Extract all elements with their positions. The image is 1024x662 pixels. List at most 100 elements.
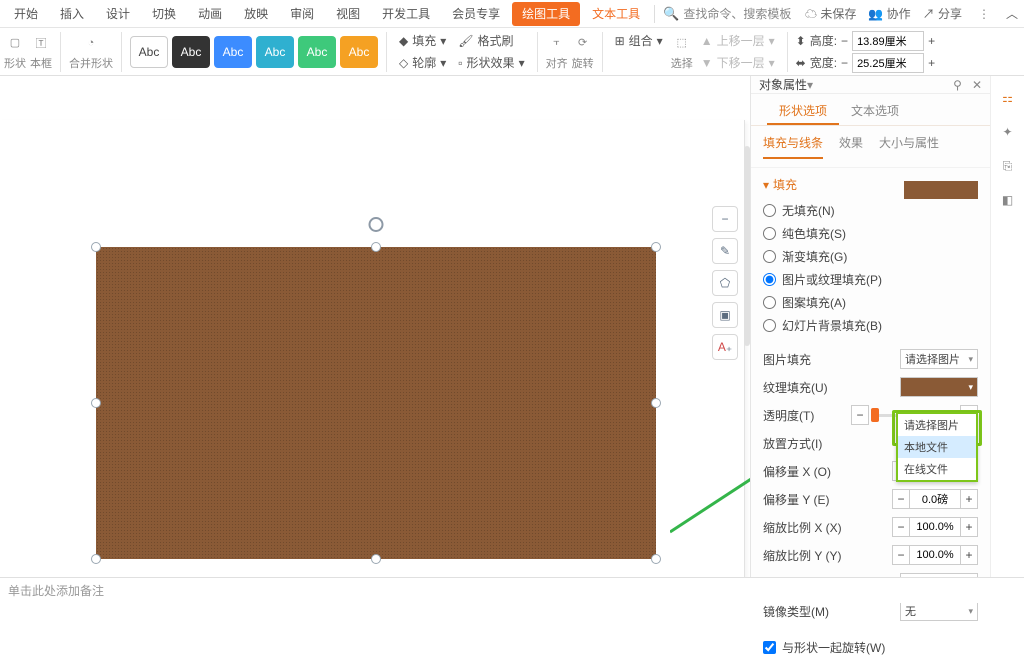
collapse-ribbon[interactable]: ︿: [1006, 5, 1018, 22]
search-placeholder: 查找命令、搜索模板: [683, 5, 791, 22]
radio-none[interactable]: 无填充(N): [763, 199, 978, 222]
radio-gradient[interactable]: 渐变填充(G): [763, 245, 978, 268]
align-button[interactable]: ⫟对齐: [546, 33, 568, 71]
selected-shape[interactable]: [96, 247, 656, 559]
resize-handle[interactable]: [91, 398, 101, 408]
style-swatch[interactable]: Abc: [256, 36, 294, 68]
style-swatch[interactable]: Abc: [214, 36, 252, 68]
rail-depth-icon[interactable]: ◧: [996, 188, 1020, 212]
scalex-label: 缩放比例 X (X): [763, 519, 845, 536]
floating-toolbar: − ✎ ⬠ ▣ A₊: [712, 206, 738, 360]
radio-picture[interactable]: 图片或纹理填充(P): [763, 268, 978, 291]
picture-fill-label: 图片填充: [763, 351, 845, 368]
style-swatch[interactable]: Abc: [130, 36, 168, 68]
rotate-handle[interactable]: [369, 217, 384, 232]
tab-transition[interactable]: 切换: [142, 2, 186, 26]
canvas-area[interactable]: − ✎ ⬠ ▣ A₊: [0, 76, 750, 603]
tab-draw-tools[interactable]: 绘图工具: [512, 2, 580, 26]
style-swatches: Abc Abc Abc Abc Abc Abc: [130, 36, 378, 68]
send-backward-button[interactable]: ▼ 下移一层 ▾: [697, 53, 779, 73]
merge-shapes-button[interactable]: ◔ 合并形状: [69, 33, 113, 71]
dd-item-online[interactable]: 在线文件: [898, 458, 976, 480]
notes-bar[interactable]: 单击此处添加备注: [0, 577, 1024, 603]
fill-preview[interactable]: [904, 181, 978, 199]
bring-forward-button[interactable]: ▲ 上移一层 ▾: [697, 31, 779, 51]
tab-dev[interactable]: 开发工具: [372, 2, 440, 26]
dd-item-local[interactable]: 本地文件: [898, 436, 976, 458]
resize-handle[interactable]: [371, 242, 381, 252]
outline-button[interactable]: ◇ 轮廓 ▾: [395, 53, 450, 73]
fill-button[interactable]: ◆ 填充 ▾: [395, 31, 450, 51]
more-menu[interactable]: ⋮: [974, 7, 994, 21]
scaley-input[interactable]: [910, 545, 960, 565]
radio-solid[interactable]: 纯色填充(S): [763, 222, 978, 245]
tab-review[interactable]: 审阅: [280, 2, 324, 26]
format-painter-button[interactable]: 🖌 格式刷: [454, 31, 528, 51]
search-box[interactable]: 🔍查找命令、搜索模板: [663, 5, 791, 22]
radio-slide-bg[interactable]: 幻灯片背景填充(B): [763, 314, 978, 337]
dd-item-choose[interactable]: 请选择图片: [898, 414, 976, 436]
scalex-stepper[interactable]: −+: [892, 517, 978, 537]
textbox-button[interactable]: 🅃 本框: [30, 33, 52, 71]
tab-play[interactable]: 放映: [234, 2, 278, 26]
tab-member[interactable]: 会员专享: [442, 2, 510, 26]
subtab-effects[interactable]: 效果: [839, 134, 863, 159]
opacity-dec[interactable]: −: [851, 405, 869, 425]
subtab-size[interactable]: 大小与属性: [879, 134, 939, 159]
tab-design[interactable]: 设计: [96, 2, 140, 26]
shape-effects-button[interactable]: ▫ 形状效果 ▾: [454, 53, 528, 73]
ribbon: ▢ 形状 🅃 本框 ◔ 合并形状 Abc Abc Abc Abc Abc Abc…: [0, 28, 1024, 76]
shape-insert-button[interactable]: ▢ 形状: [4, 33, 26, 71]
unsaved-indicator[interactable]: ☁ 未保存: [805, 5, 856, 22]
picture-fill-dropdown[interactable]: 请选择图片▾: [900, 349, 978, 369]
share-button[interactable]: ↗ 分享: [923, 5, 962, 22]
collab-button[interactable]: 👥 协作: [868, 5, 910, 22]
zoom-out-icon[interactable]: −: [712, 206, 738, 232]
style-swatch[interactable]: Abc: [298, 36, 336, 68]
style-swatch[interactable]: Abc: [340, 36, 378, 68]
tab-text-tools[interactable]: 文本工具: [582, 2, 650, 26]
text-style-icon[interactable]: A₊: [712, 334, 738, 360]
rotate-with-shape-checkbox[interactable]: 与形状一起旋转(W): [751, 633, 990, 662]
eyedropper-icon[interactable]: ✎: [712, 238, 738, 264]
width-input[interactable]: [852, 53, 924, 73]
rail-format-icon[interactable]: ⚏: [996, 86, 1020, 110]
scaley-stepper[interactable]: −+: [892, 545, 978, 565]
height-input[interactable]: [852, 31, 924, 51]
mirror-dropdown[interactable]: 无▾: [900, 601, 978, 621]
offsety-input[interactable]: [910, 489, 960, 509]
tab-insert[interactable]: 插入: [50, 2, 94, 26]
scaley-label: 缩放比例 Y (Y): [763, 547, 845, 564]
shape-tool-icon[interactable]: ⬠: [712, 270, 738, 296]
resize-handle[interactable]: [371, 554, 381, 564]
resize-handle[interactable]: [651, 554, 661, 564]
fill-tool-icon[interactable]: ▣: [712, 302, 738, 328]
width-field[interactable]: ⬌ 宽度: − +: [796, 53, 935, 73]
style-swatch[interactable]: Abc: [172, 36, 210, 68]
height-field[interactable]: ⬍ 高度: − +: [796, 31, 935, 51]
resize-handle[interactable]: [651, 242, 661, 252]
rotate-button[interactable]: ⟳旋转: [572, 33, 594, 71]
texture-fill-dropdown[interactable]: ▾: [900, 377, 978, 397]
scalex-input[interactable]: [910, 517, 960, 537]
resize-handle[interactable]: [651, 398, 661, 408]
resize-handle[interactable]: [91, 242, 101, 252]
slide[interactable]: [0, 120, 745, 603]
resize-handle[interactable]: [91, 554, 101, 564]
tab-view[interactable]: 视图: [326, 2, 370, 26]
rail-transition-icon[interactable]: ⎘: [996, 154, 1020, 178]
radio-pattern[interactable]: 图案填充(A): [763, 291, 978, 314]
rotate-icon: ⟳: [573, 33, 593, 53]
rail-anim-icon[interactable]: ✦: [996, 120, 1020, 144]
offsety-stepper[interactable]: −+: [892, 489, 978, 509]
pin-icon[interactable]: ⚲: [953, 78, 962, 92]
select-icon: ⬚: [672, 33, 692, 53]
select-button[interactable]: ⬚选择: [671, 33, 693, 71]
tab-shape-options[interactable]: 形状选项: [767, 94, 839, 125]
tab-anim[interactable]: 动画: [188, 2, 232, 26]
close-icon[interactable]: ✕: [972, 78, 982, 92]
tab-start[interactable]: 开始: [4, 2, 48, 26]
subtab-fill[interactable]: 填充与线条: [763, 134, 823, 159]
group-button[interactable]: ⊞ 组合 ▾: [611, 31, 667, 51]
tab-text-options[interactable]: 文本选项: [839, 94, 911, 125]
